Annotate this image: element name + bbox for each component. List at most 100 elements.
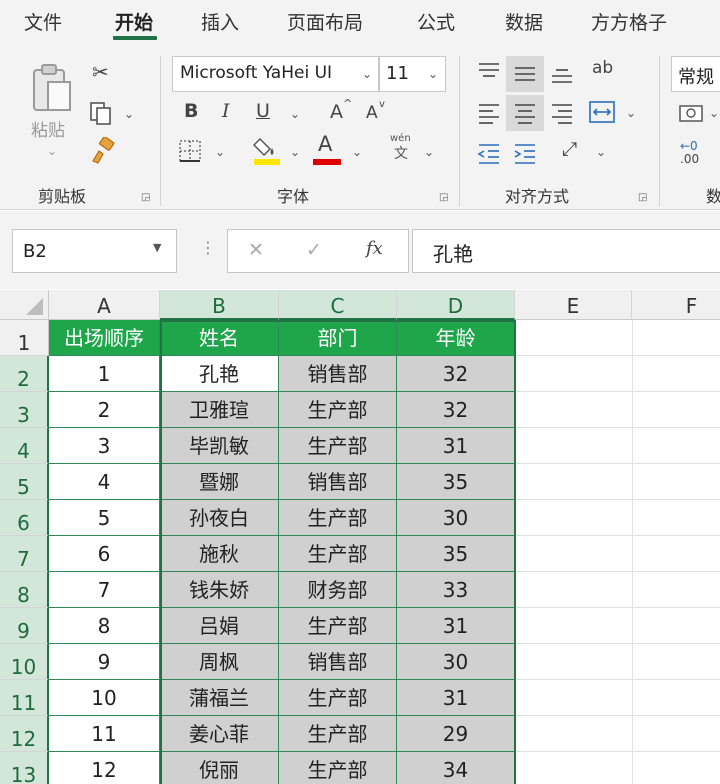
clipboard-launcher-icon[interactable]: ◲ <box>141 192 150 203</box>
table-cell[interactable]: 8 <box>49 608 160 644</box>
bold-icon[interactable]: B <box>184 102 198 121</box>
header-cell[interactable]: 姓名 <box>160 320 279 356</box>
table-cell[interactable]: 35 <box>397 464 515 500</box>
row-header-1[interactable]: 1 <box>0 320 49 356</box>
font-name-select[interactable]: Microsoft YaHei UI <box>172 56 379 92</box>
table-cell[interactable]: 生产部 <box>279 536 397 572</box>
table-cell[interactable]: 施秋 <box>160 536 279 572</box>
center-align-icon[interactable] <box>512 100 538 126</box>
table-cell[interactable]: 生产部 <box>279 392 397 428</box>
copy-icon[interactable] <box>88 100 114 126</box>
table-cell[interactable]: 31 <box>397 608 515 644</box>
borders-icon[interactable] <box>177 138 203 164</box>
format-painter-icon[interactable] <box>89 137 117 165</box>
grow-font-arrow-icon[interactable]: ^ <box>343 98 352 109</box>
italic-icon[interactable]: I <box>222 102 230 121</box>
row-header-7[interactable]: 7 <box>0 536 49 572</box>
confirm-entry-icon[interactable]: ✓ <box>306 241 322 260</box>
table-cell[interactable]: 6 <box>49 536 160 572</box>
copy-dropdown-icon[interactable]: ⌄ <box>124 108 134 120</box>
row-header-12[interactable]: 12 <box>0 716 49 752</box>
accounting-dropdown-icon[interactable]: ⌄ <box>709 107 719 119</box>
table-cell[interactable]: 生产部 <box>279 752 397 784</box>
table-cell[interactable]: 倪丽 <box>160 752 279 784</box>
table-cell[interactable]: 销售部 <box>279 644 397 680</box>
more-options-icon[interactable]: ⋮ <box>200 240 216 256</box>
table-cell[interactable]: 4 <box>49 464 160 500</box>
table-cell[interactable]: 销售部 <box>279 464 397 500</box>
table-cell[interactable]: 蒲福兰 <box>160 680 279 716</box>
merge-center-icon[interactable] <box>588 99 616 125</box>
font-launcher-icon[interactable]: ◲ <box>439 192 448 203</box>
decrease-indent-icon[interactable] <box>476 140 502 166</box>
cancel-entry-icon[interactable]: ✕ <box>248 241 264 260</box>
table-cell[interactable]: 生产部 <box>279 428 397 464</box>
fill-color-icon[interactable] <box>252 134 282 166</box>
fill-color-dropdown-icon[interactable]: ⌄ <box>290 146 300 158</box>
tab-home[interactable]: 开始 <box>115 8 153 35</box>
select-all-corner[interactable] <box>0 290 49 320</box>
header-cell[interactable]: 部门 <box>279 320 397 356</box>
table-cell[interactable]: 毕凯敏 <box>160 428 279 464</box>
tab-formulas[interactable]: 公式 <box>417 8 455 35</box>
orientation-icon[interactable]: ab <box>592 60 613 77</box>
top-align-icon[interactable] <box>476 60 502 86</box>
underline-dropdown-icon[interactable]: ⌄ <box>290 108 300 120</box>
table-cell[interactable]: 生产部 <box>279 608 397 644</box>
merge-dropdown-icon[interactable]: ⌄ <box>626 107 636 119</box>
orientation-angle-icon[interactable]: ⤢ <box>562 140 577 159</box>
table-cell[interactable]: 32 <box>397 392 515 428</box>
left-align-icon[interactable] <box>476 100 502 126</box>
column-header-c[interactable]: C <box>279 290 397 320</box>
borders-dropdown-icon[interactable]: ⌄ <box>215 146 225 158</box>
table-cell[interactable]: 卫雅瑄 <box>160 392 279 428</box>
table-cell[interactable]: 30 <box>397 500 515 536</box>
table-cell[interactable]: 周枫 <box>160 644 279 680</box>
shrink-font-arrow-icon[interactable]: v <box>379 100 385 110</box>
row-header-9[interactable]: 9 <box>0 608 49 644</box>
row-header-10[interactable]: 10 <box>0 644 49 680</box>
table-cell[interactable]: 3 <box>49 428 160 464</box>
header-cell[interactable]: 年龄 <box>397 320 515 356</box>
table-cell[interactable]: 9 <box>49 644 160 680</box>
row-header-11[interactable]: 11 <box>0 680 49 716</box>
table-cell[interactable]: 12 <box>49 752 160 784</box>
table-cell[interactable]: 钱朱娇 <box>160 572 279 608</box>
row-header-8[interactable]: 8 <box>0 572 49 608</box>
table-cell[interactable]: 29 <box>397 716 515 752</box>
tab-data[interactable]: 数据 <box>505 8 543 35</box>
paste-label[interactable]: 粘贴 <box>31 116 65 141</box>
row-header-3[interactable]: 3 <box>0 392 49 428</box>
table-cell[interactable]: 生产部 <box>279 680 397 716</box>
table-cell[interactable]: 32 <box>397 356 515 392</box>
table-cell[interactable]: 姜心菲 <box>160 716 279 752</box>
bottom-align-icon[interactable] <box>549 60 575 86</box>
phonetic-guide-label[interactable]: wén <box>390 134 411 144</box>
column-header-a[interactable]: A <box>49 290 160 320</box>
table-cell[interactable]: 孙夜白 <box>160 500 279 536</box>
alignment-launcher-icon[interactable]: ◲ <box>638 192 647 203</box>
shrink-font-icon[interactable]: A <box>366 105 378 122</box>
insert-function-icon[interactable]: fx <box>366 240 383 258</box>
table-cell[interactable]: 销售部 <box>279 356 397 392</box>
table-cell[interactable]: 2 <box>49 392 160 428</box>
middle-align-icon[interactable] <box>512 60 538 86</box>
tab-fangfang[interactable]: 方方格子 <box>591 8 667 35</box>
table-cell[interactable]: 财务部 <box>279 572 397 608</box>
name-box-dropdown-icon[interactable]: ▼ <box>153 242 161 253</box>
paste-dropdown-icon[interactable]: ⌄ <box>47 145 57 157</box>
table-cell[interactable]: 1 <box>49 356 160 392</box>
table-cell[interactable]: 暨娜 <box>160 464 279 500</box>
font-size-dropdown-icon[interactable]: ⌄ <box>428 68 438 80</box>
column-header-b[interactable]: B <box>160 290 279 320</box>
table-cell[interactable]: 33 <box>397 572 515 608</box>
row-header-4[interactable]: 4 <box>0 428 49 464</box>
tab-insert[interactable]: 插入 <box>201 8 239 35</box>
row-header-6[interactable]: 6 <box>0 500 49 536</box>
font-color-icon[interactable]: A <box>318 134 332 155</box>
cut-icon[interactable]: ✂ <box>92 62 109 82</box>
table-cell[interactable]: 31 <box>397 680 515 716</box>
font-name-dropdown-icon[interactable]: ⌄ <box>362 68 372 80</box>
increase-decimal-arrow-icon[interactable]: ←0 <box>680 140 698 152</box>
row-header-5[interactable]: 5 <box>0 464 49 500</box>
